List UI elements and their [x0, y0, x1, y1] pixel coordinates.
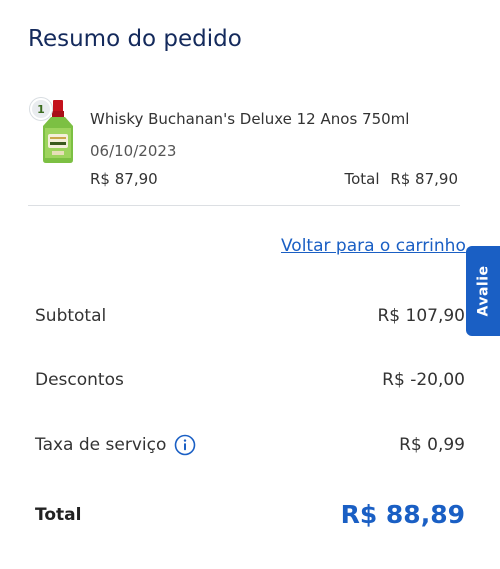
total-label: Total	[35, 504, 82, 525]
order-item: 1 Whisky Buchanan's Deluxe 12 Anos 750ml…	[28, 96, 460, 192]
product-thumbnail[interactable]: 1	[28, 96, 86, 166]
discount-label: Descontos	[35, 370, 124, 390]
divider	[28, 205, 460, 206]
product-price: R$ 87,90	[90, 170, 158, 188]
product-date: 06/10/2023	[90, 142, 177, 160]
service-fee-row: Taxa de serviço R$ 0,99	[35, 434, 465, 456]
product-total-value: R$ 87,90	[390, 170, 458, 188]
info-icon[interactable]	[174, 434, 196, 456]
total-row: Total R$ 88,89	[35, 500, 465, 529]
back-to-cart-link[interactable]: Voltar para o carrinho	[281, 236, 466, 256]
service-fee-label-group: Taxa de serviço	[35, 434, 196, 456]
service-fee-label: Taxa de serviço	[35, 435, 167, 455]
discount-value: R$ -20,00	[382, 370, 465, 390]
product-total-label: Total	[344, 170, 380, 188]
subtotal-label: Subtotal	[35, 306, 107, 326]
feedback-tab[interactable]: Avalie	[466, 246, 500, 336]
feedback-tab-label: Avalie	[475, 265, 492, 317]
service-fee-value: R$ 0,99	[399, 435, 465, 455]
quantity-badge: 1	[30, 98, 52, 120]
product-name[interactable]: Whisky Buchanan's Deluxe 12 Anos 750ml	[90, 110, 409, 128]
product-total: Total R$ 87,90	[344, 170, 458, 188]
discount-row: Descontos R$ -20,00	[35, 370, 465, 390]
subtotal-value: R$ 107,90	[377, 306, 465, 326]
page-title: Resumo do pedido	[28, 26, 242, 52]
subtotal-row: Subtotal R$ 107,90	[35, 306, 465, 326]
total-value: R$ 88,89	[340, 500, 465, 529]
